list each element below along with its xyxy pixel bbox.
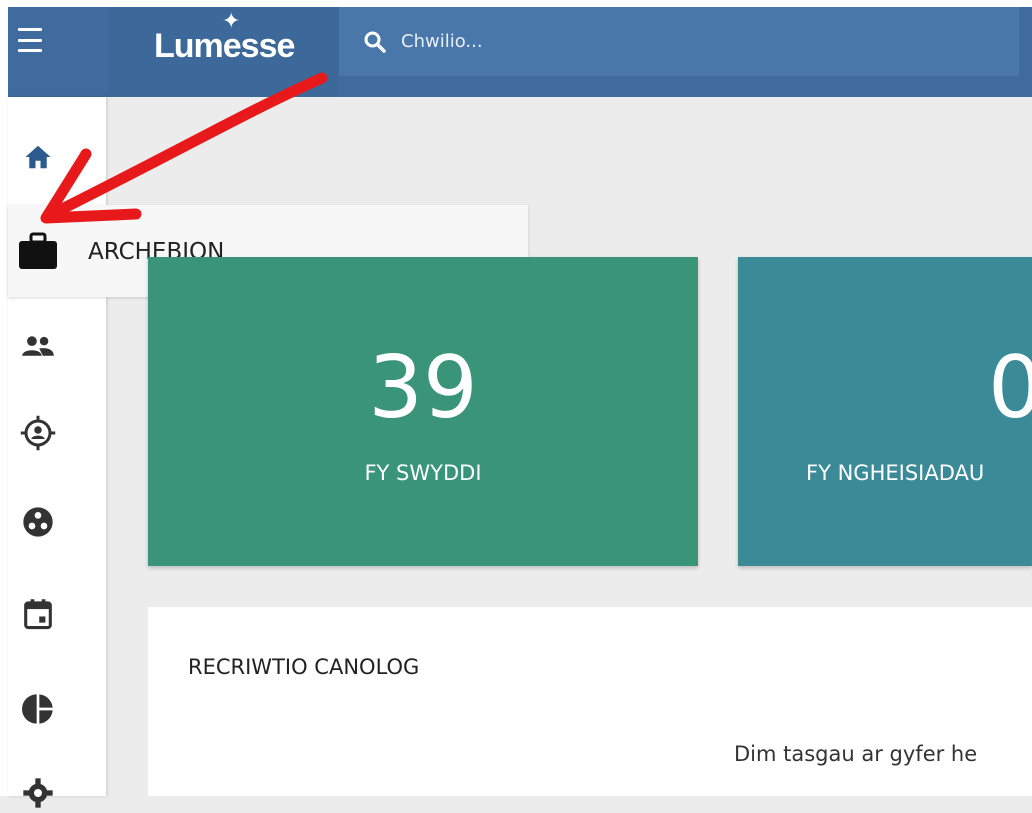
search-bar[interactable]: [339, 7, 1019, 76]
central-recruitment-panel: RECRIWTIO CANOLOG Dim tasgau ar gyfer he: [148, 607, 1032, 796]
logo-star-icon: ✦: [222, 9, 241, 34]
calendar-icon[interactable]: [18, 594, 58, 634]
network-icon[interactable]: [18, 502, 58, 542]
search-input[interactable]: [399, 30, 963, 53]
my-requests-tile[interactable]: 0 FY NGHEISIADAU: [738, 257, 1032, 566]
home-icon[interactable]: [18, 137, 58, 177]
briefcase-icon: [18, 232, 58, 274]
my-requests-count: 0: [988, 338, 1032, 438]
frame-top-border: [0, 0, 1032, 7]
empty-tasks-message: Dim tasgau ar gyfer he: [734, 742, 978, 766]
my-jobs-count: 39: [368, 338, 478, 438]
my-jobs-tile[interactable]: 39 FY SWYDDI: [148, 257, 698, 566]
my-requests-label: FY NGHEISIADAU: [806, 461, 985, 485]
gear-icon[interactable]: [18, 773, 58, 813]
my-jobs-label: FY SWYDDI: [364, 461, 482, 485]
pie-chart-icon[interactable]: [18, 689, 58, 729]
menu-icon[interactable]: [18, 25, 50, 55]
side-navigation: [8, 97, 106, 808]
people-icon[interactable]: [18, 326, 58, 366]
top-bar: Lumesse ✦: [8, 7, 1032, 97]
search-icon[interactable]: [363, 30, 387, 54]
frame-left-border: [0, 0, 8, 796]
target-person-icon[interactable]: [18, 413, 58, 453]
panel-title: RECRIWTIO CANOLOG: [188, 655, 420, 679]
